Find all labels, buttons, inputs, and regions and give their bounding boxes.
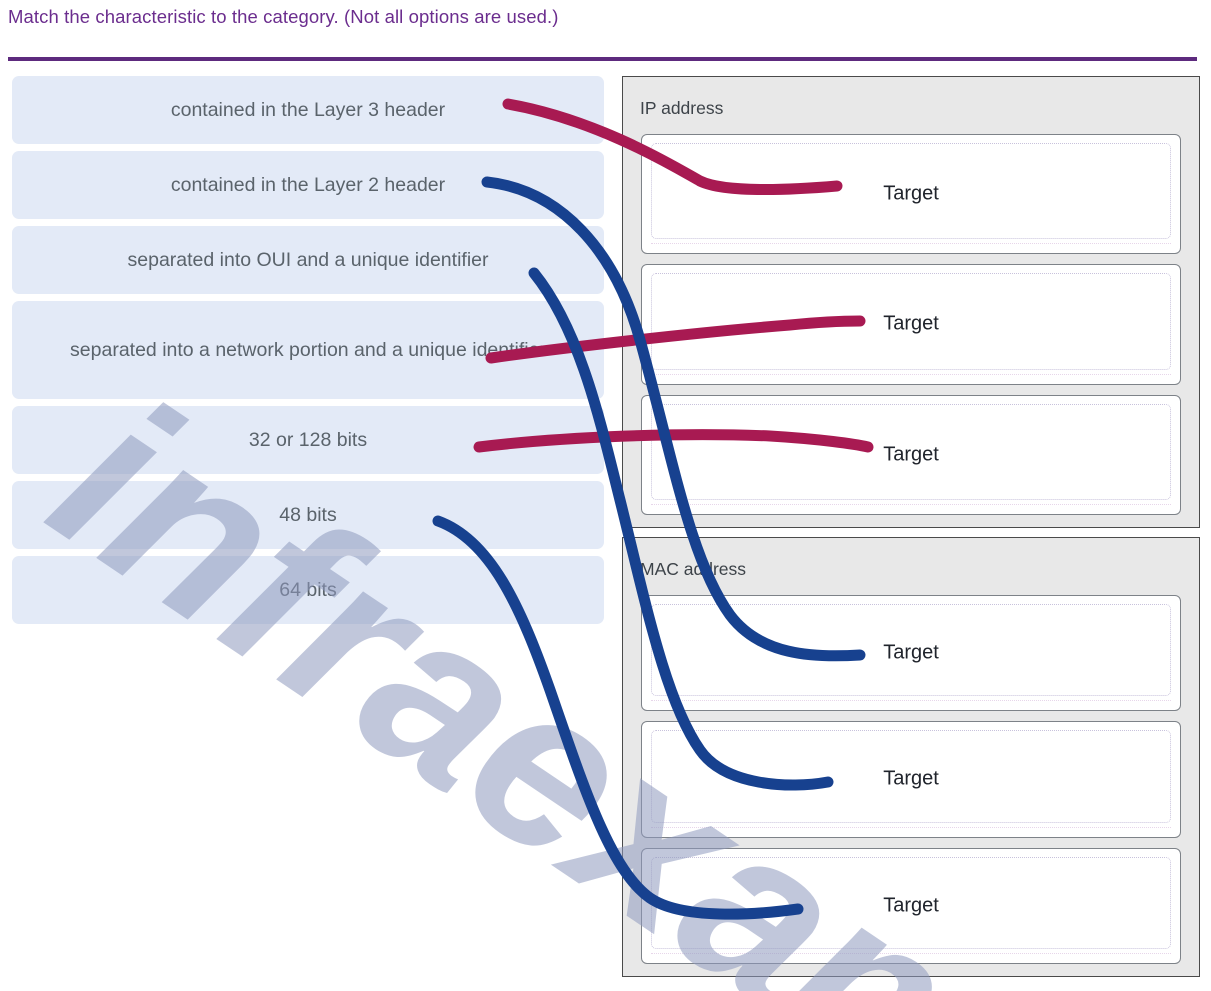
option-label: contained in the Layer 3 header bbox=[170, 98, 446, 121]
drop-zone-underline bbox=[651, 503, 1171, 505]
drop-zone-underline bbox=[651, 952, 1171, 954]
option-label: contained in the Layer 2 header bbox=[170, 173, 446, 196]
option-label: 48 bits bbox=[279, 503, 337, 526]
drop-target-slot[interactable]: Target bbox=[641, 721, 1181, 838]
target-label: Target bbox=[883, 312, 939, 335]
page-title: Match the characteristic to the category… bbox=[8, 6, 559, 27]
target-label: Target bbox=[883, 894, 939, 917]
drop-zone-underline bbox=[651, 826, 1171, 828]
target-label: Target bbox=[883, 443, 939, 466]
drop-target-slot[interactable]: Target bbox=[641, 394, 1181, 515]
option-item[interactable]: separated into OUI and a unique identifi… bbox=[12, 226, 604, 294]
drop-target-slot[interactable]: Target bbox=[641, 595, 1181, 712]
category-label: MAC address bbox=[640, 559, 747, 579]
option-item[interactable]: 64 bits bbox=[12, 556, 604, 624]
draggable-options-list: contained in the Layer 3 header contained… bbox=[12, 76, 604, 631]
target-list-ip-address: Target Target Target bbox=[641, 134, 1181, 515]
header-divider bbox=[8, 57, 1197, 61]
option-item[interactable]: 32 or 128 bits bbox=[12, 406, 604, 474]
drop-zone-underline bbox=[651, 242, 1171, 245]
drop-target-slot[interactable]: Target bbox=[641, 264, 1181, 385]
target-label: Target bbox=[883, 767, 939, 790]
option-item[interactable]: contained in the Layer 2 header bbox=[12, 151, 604, 219]
option-item[interactable]: 48 bits bbox=[12, 481, 604, 549]
target-label: Target bbox=[883, 182, 939, 205]
drop-zone-underline bbox=[651, 373, 1171, 375]
option-item[interactable]: separated into a network portion and a u… bbox=[12, 301, 604, 399]
target-list-mac-address: Target Target Target bbox=[641, 595, 1181, 964]
category-panel-ip-address: IP address Target Target Target bbox=[622, 76, 1200, 528]
option-label: separated into OUI and a unique identifi… bbox=[127, 248, 489, 271]
option-label: 64 bits bbox=[279, 578, 337, 601]
drop-zone-underline bbox=[651, 699, 1171, 702]
option-label: 32 or 128 bits bbox=[248, 428, 368, 451]
option-label: separated into a network portion and a u… bbox=[70, 338, 546, 361]
option-item[interactable]: contained in the Layer 3 header bbox=[12, 76, 604, 144]
category-panel-mac-address: MAC address Target Target Target bbox=[622, 537, 1200, 977]
category-label: IP address bbox=[640, 98, 724, 118]
drop-target-slot[interactable]: Target bbox=[641, 134, 1181, 255]
target-label: Target bbox=[883, 641, 939, 664]
drop-target-slot[interactable]: Target bbox=[641, 847, 1181, 964]
